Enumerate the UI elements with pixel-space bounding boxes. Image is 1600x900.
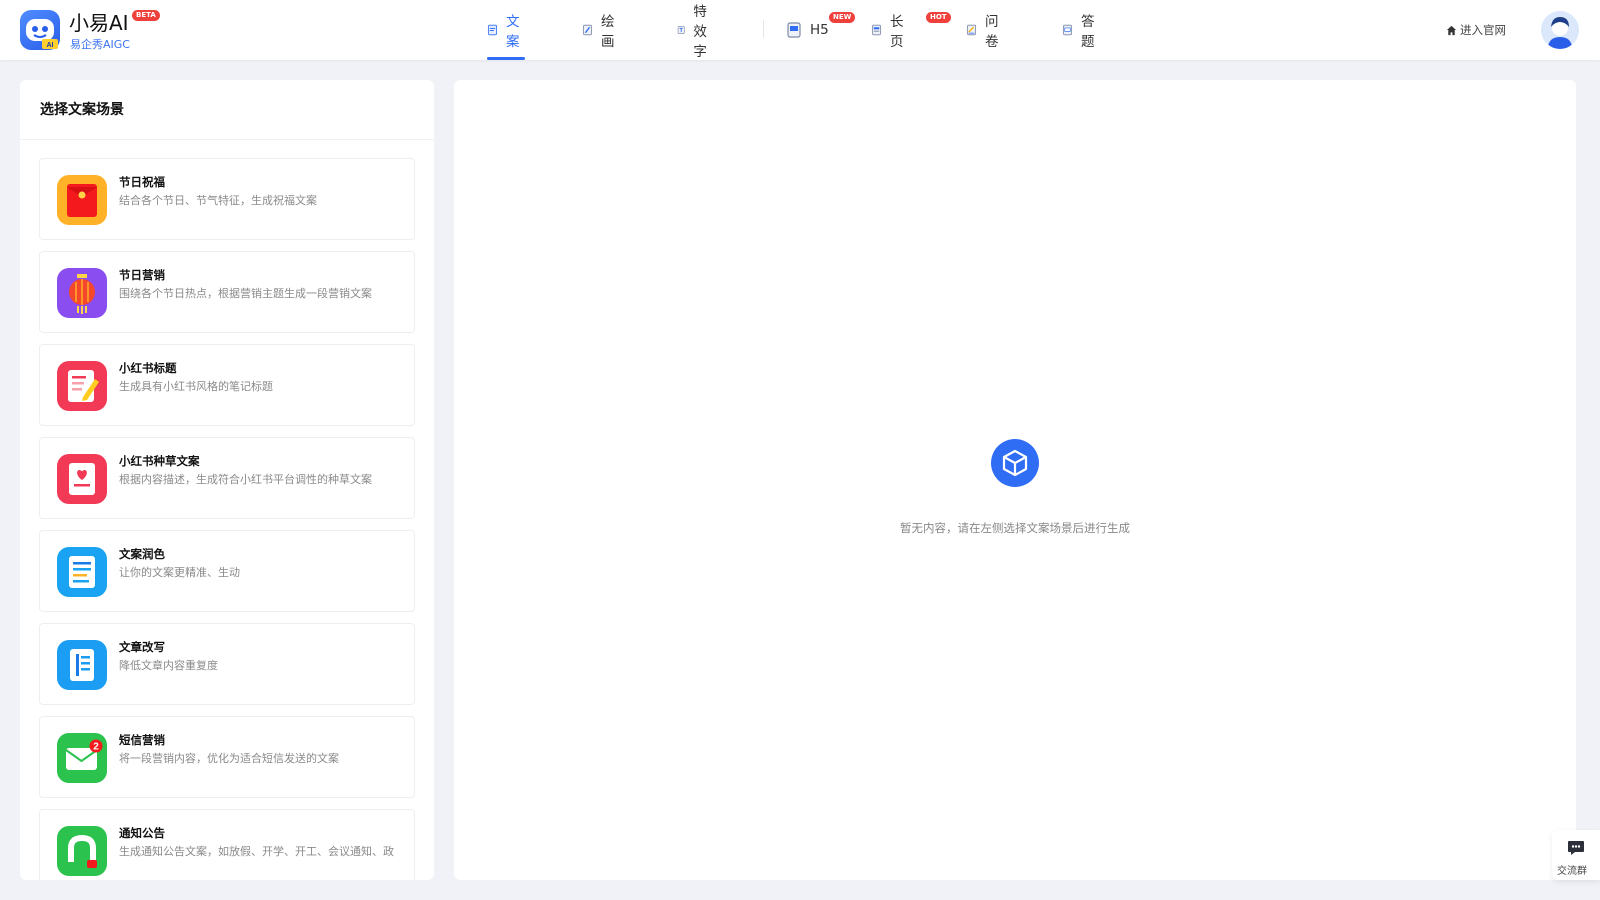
text-effect-icon: [677, 26, 685, 34]
scene-card-xhs-recommend[interactable]: 小红书种草文案 根据内容描述，生成符合小红书平台调性的种草文案: [39, 437, 415, 519]
scene-desc: 根据内容描述，生成符合小红书平台调性的种草文案: [119, 473, 372, 486]
h5-icon: [787, 22, 801, 38]
tab-label: H5: [810, 22, 829, 38]
paint-icon: [582, 24, 593, 36]
nav-divider: [763, 20, 764, 38]
scene-card-rewrite[interactable]: 文章改写 降低文章内容重复度: [39, 623, 415, 705]
beta-badge: BETA: [132, 10, 160, 21]
tab-label: 答题: [1080, 14, 1095, 50]
megaphone-icon: [57, 826, 107, 876]
tab-h5[interactable]: H5: [786, 0, 829, 60]
top-header: AI 小易AI BETA 易企秀AIGC 文案 绘画 特效字 H5 NEW 长页…: [0, 0, 1600, 60]
scene-desc: 生成具有小红书风格的笔记标题: [119, 380, 273, 393]
scene-name: 小红书标题: [119, 361, 177, 375]
brand-subtitle: 易企秀AIGC: [70, 38, 130, 51]
tab-label: 问卷: [984, 14, 999, 50]
scene-name: 文案润色: [119, 547, 165, 561]
logo-letters: AI: [47, 42, 54, 49]
scene-card-holiday-greetings[interactable]: 节日祝福 结合各个节日、节气特征，生成祝福文案: [39, 158, 415, 240]
tab-quiz[interactable]: 答题: [1062, 0, 1100, 60]
red-envelope-icon: [57, 175, 107, 225]
scene-name: 小红书种草文案: [119, 454, 200, 468]
scene-panel: 选择文案场景 节日祝福 结合各个节日、节气特征，生成祝福文案 节日营销 围绕各个…: [20, 80, 434, 880]
tab-label: 文案: [505, 14, 520, 50]
chat-group-label: 交流群: [1557, 866, 1587, 877]
hot-badge: HOT: [926, 12, 951, 23]
quiz-icon: [1062, 24, 1073, 36]
notepad-pencil-icon: [57, 361, 107, 411]
tab-survey[interactable]: 问卷: [966, 0, 1004, 60]
tab-text-effect[interactable]: 特效字: [677, 0, 715, 60]
scene-desc: 降低文章内容重复度: [119, 659, 218, 672]
scene-desc: 围绕各个节日热点，根据营销主题生成一段营销文案: [119, 287, 372, 300]
scene-desc: 让你的文案更精准、生动: [119, 566, 240, 579]
panel-title: 选择文案场景: [20, 80, 434, 140]
mail-icon: 2: [57, 733, 107, 783]
document-lines-icon: [57, 547, 107, 597]
robot-logo-icon: AI: [20, 10, 60, 50]
article-rewrite-icon: [57, 640, 107, 690]
document-icon: [487, 24, 498, 36]
scene-card-holiday-marketing[interactable]: 节日营销 围绕各个节日热点，根据营销主题生成一段营销文案: [39, 251, 415, 333]
result-panel: 暂无内容，请在左侧选择文案场景后进行生成: [454, 80, 1576, 880]
chat-bubble-icon: [1568, 841, 1584, 855]
scene-desc: 结合各个节日、节气特征，生成祝福文案: [119, 194, 317, 207]
scene-name: 节日营销: [119, 268, 165, 282]
tab-label: 长页: [889, 14, 904, 50]
empty-state-text: 暂无内容，请在左侧选择文案场景后进行生成: [900, 521, 1130, 535]
official-site-link[interactable]: 进入官网: [1446, 22, 1506, 38]
tab-label: 特效字: [693, 4, 707, 60]
survey-icon: [966, 24, 977, 36]
chat-group-button[interactable]: 交流群: [1552, 830, 1600, 880]
scene-name: 节日祝福: [119, 175, 165, 189]
tab-long-page[interactable]: 长页: [871, 0, 909, 60]
home-icon: [1446, 25, 1457, 35]
user-avatar[interactable]: [1541, 11, 1579, 49]
scene-card-xhs-title[interactable]: 小红书标题 生成具有小红书风格的笔记标题: [39, 344, 415, 426]
scene-name: 文章改写: [119, 640, 165, 654]
lantern-icon: [57, 268, 107, 318]
tab-label: 绘画: [600, 14, 615, 50]
new-badge: NEW: [829, 12, 856, 23]
tab-copywriting[interactable]: 文案: [487, 0, 525, 60]
scene-card-notice[interactable]: 通知公告 生成通知公告文案，如放假、开学、开工、会议通知、政: [39, 809, 415, 880]
scene-name: 短信营销: [119, 733, 165, 747]
tab-painting[interactable]: 绘画: [582, 0, 620, 60]
scene-card-polish[interactable]: 文案润色 让你的文案更精准、生动: [39, 530, 415, 612]
scene-desc: 将一段营销内容，优化为适合短信发送的文案: [119, 752, 339, 765]
cube-icon: [991, 439, 1039, 487]
scene-desc: 生成通知公告文案，如放假、开学、开工、会议通知、政: [119, 845, 394, 858]
scene-name: 通知公告: [119, 826, 165, 840]
heart-note-icon: [57, 454, 107, 504]
scene-card-sms-marketing[interactable]: 2 短信营销 将一段营销内容，优化为适合短信发送的文案: [39, 716, 415, 798]
scene-list[interactable]: 节日祝福 结合各个节日、节气特征，生成祝福文案 节日营销 围绕各个节日热点，根据…: [39, 158, 415, 880]
long-page-icon: [871, 24, 882, 36]
brand[interactable]: AI 小易AI BETA 易企秀AIGC: [20, 10, 170, 52]
official-site-label: 进入官网: [1460, 23, 1506, 37]
brand-name: 小易AI: [69, 11, 129, 35]
mail-badge: 2: [93, 742, 99, 753]
